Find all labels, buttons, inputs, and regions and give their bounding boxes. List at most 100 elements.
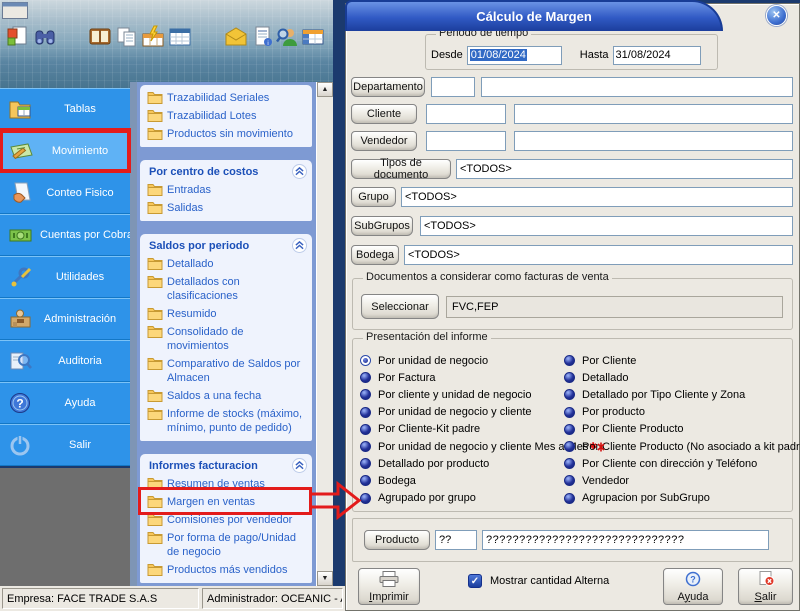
radio-unselected-icon[interactable] (564, 355, 575, 366)
tree-group-header[interactable]: Saldos por periodo (140, 234, 312, 255)
report-option[interactable]: Por Cliente Producto (564, 421, 800, 438)
tree-item[interactable]: Trazabilidad Seriales (140, 89, 312, 107)
radio-unselected-icon[interactable] (360, 493, 371, 504)
report-option[interactable]: Por unidad de negocio (360, 352, 597, 369)
vendedor-button[interactable]: Vendedor (351, 131, 417, 151)
mail-icon[interactable] (222, 23, 249, 50)
sidebar-item-administraci-n[interactable]: Administración (0, 298, 130, 340)
tree-item[interactable]: Saldos a una fecha (140, 387, 312, 405)
calendar-icon[interactable] (166, 23, 193, 50)
report-option[interactable]: Por Cliente con dirección y Teléfono (564, 455, 800, 472)
documentos-value-input[interactable]: FVC,FEP (446, 296, 783, 318)
tree-item[interactable]: Detallado (140, 255, 312, 273)
radio-unselected-icon[interactable] (360, 424, 371, 435)
radio-unselected-icon[interactable] (564, 441, 575, 452)
cliente-input-1[interactable] (426, 104, 506, 124)
sidebar-item-conteo-fisico[interactable]: Conteo Fisico (0, 172, 130, 214)
book-icon[interactable] (86, 23, 113, 50)
radio-unselected-icon[interactable] (564, 458, 575, 469)
tree-scrollbar[interactable] (316, 82, 333, 586)
mdi-child-window-icon[interactable] (2, 2, 28, 24)
tree-item[interactable]: Margen en ventas (140, 493, 312, 511)
sidebar-item-auditoria[interactable]: Auditoria (0, 340, 130, 382)
radio-unselected-icon[interactable] (564, 475, 575, 486)
hasta-input[interactable]: 31/08/2024 (613, 46, 701, 65)
tree-item[interactable]: Trazabilidad Lotes (140, 107, 312, 125)
binoculars-icon[interactable] (31, 23, 58, 50)
report-option[interactable]: Detallado (564, 369, 800, 386)
radio-unselected-icon[interactable] (360, 372, 371, 383)
report-option[interactable]: Por Cliente-Kit padre (360, 421, 597, 438)
departamento-input-2[interactable] (481, 77, 793, 97)
radio-unselected-icon[interactable] (360, 389, 371, 400)
tree-item[interactable]: Productos más vendidos (140, 561, 312, 579)
producto-button[interactable]: Producto (364, 530, 430, 550)
subgrupos-input-1[interactable] (420, 216, 793, 236)
report-option[interactable]: Detallado por producto (360, 455, 597, 472)
imprimir-button[interactable]: Imprimir (358, 568, 420, 605)
tree-item[interactable]: Entradas (140, 181, 312, 199)
sidebar-item-movimiento[interactable]: Movimiento (0, 130, 130, 172)
bodega-button[interactable]: Bodega (351, 245, 399, 265)
tree-item[interactable]: Salidas (140, 199, 312, 217)
tree-item[interactable]: Informe de stocks (máximo, mínimo, punto… (140, 405, 312, 437)
tipos-input-1[interactable] (456, 159, 793, 179)
document-icon[interactable]: i (249, 23, 276, 50)
tree-item[interactable]: Productos sin movimiento (140, 125, 312, 143)
report-option[interactable]: Por cliente y unidad de negocio (360, 386, 597, 403)
tree-item[interactable]: Resumido (140, 305, 312, 323)
collapse-chevron-icon[interactable] (292, 458, 307, 473)
sidebar-item-cuentas-por-cobrar[interactable]: Cuentas por Cobrar (0, 214, 130, 256)
collapse-chevron-icon[interactable] (292, 164, 307, 179)
radio-unselected-icon[interactable] (360, 407, 371, 418)
subgrupos-button[interactable]: SubGrupos (351, 216, 413, 236)
collapse-chevron-icon[interactable] (292, 238, 307, 253)
vendedor-input-2[interactable] (514, 131, 793, 151)
report-option[interactable]: Por producto (564, 404, 800, 421)
close-icon[interactable] (766, 5, 787, 26)
radio-unselected-icon[interactable] (564, 372, 575, 383)
report-option[interactable]: Por Cliente Producto (No asociado a kit … (564, 438, 800, 455)
mostrar-cantidad-checkbox[interactable] (468, 574, 482, 588)
report-option[interactable]: Por unidad de negocio y cliente (360, 404, 597, 421)
report-option[interactable]: Bodega (360, 472, 597, 489)
radio-unselected-icon[interactable] (360, 441, 371, 452)
report-option[interactable]: Vendedor (564, 472, 800, 489)
tree-item[interactable]: Comisiones por vendedor (140, 511, 312, 529)
producto-code-input[interactable] (435, 530, 477, 550)
form-icon[interactable] (4, 23, 31, 50)
radio-unselected-icon[interactable] (360, 458, 371, 469)
departamento-input-1[interactable] (431, 77, 475, 97)
tree-group-header[interactable]: Informes facturacion (140, 454, 312, 475)
grupo-input-1[interactable] (401, 187, 793, 207)
scroll-down-icon[interactable] (317, 571, 333, 586)
tree-item[interactable]: Consolidado de movimientos (140, 323, 312, 355)
sidebar-item-ayuda[interactable]: ?Ayuda (0, 382, 130, 424)
report-option[interactable]: Agrupacion por SubGrupo (564, 490, 800, 507)
producto-desc-input[interactable] (482, 530, 769, 550)
radio-unselected-icon[interactable] (564, 493, 575, 504)
report-option[interactable]: Detallado por Tipo Cliente y Zona (564, 386, 800, 403)
cliente-input-2[interactable] (514, 104, 793, 124)
report-option[interactable]: Por Cliente (564, 352, 800, 369)
seleccionar-button[interactable]: Seleccionar (361, 294, 439, 319)
tree-group-header[interactable]: Por centro de costos (140, 160, 312, 181)
tree-item[interactable]: Por forma de pago/Unidad de negocio (140, 529, 312, 561)
tree-item[interactable]: Detallados con clasificaciones (140, 273, 312, 305)
desde-input[interactable]: 01/08/2024 (467, 46, 562, 65)
ayuda-button[interactable]: ? Ayuda (663, 568, 723, 605)
radio-selected-icon[interactable] (360, 355, 371, 366)
radio-unselected-icon[interactable] (564, 389, 575, 400)
tree-item[interactable]: Comparativo de Saldos por Almacen (140, 355, 312, 387)
table-icon[interactable] (299, 23, 326, 50)
scroll-up-icon[interactable] (317, 82, 333, 97)
grupo-button[interactable]: Grupo (351, 187, 396, 207)
salir-button[interactable]: Salir (738, 568, 793, 605)
radio-unselected-icon[interactable] (564, 407, 575, 418)
cliente-button[interactable]: Cliente (351, 104, 417, 124)
sidebar-item-salir[interactable]: Salir (0, 424, 130, 466)
report-option[interactable]: Por Factura (360, 369, 597, 386)
copy-icon[interactable] (113, 23, 140, 50)
radio-unselected-icon[interactable] (564, 424, 575, 435)
tree-item[interactable]: Resumen de ventas (140, 475, 312, 493)
